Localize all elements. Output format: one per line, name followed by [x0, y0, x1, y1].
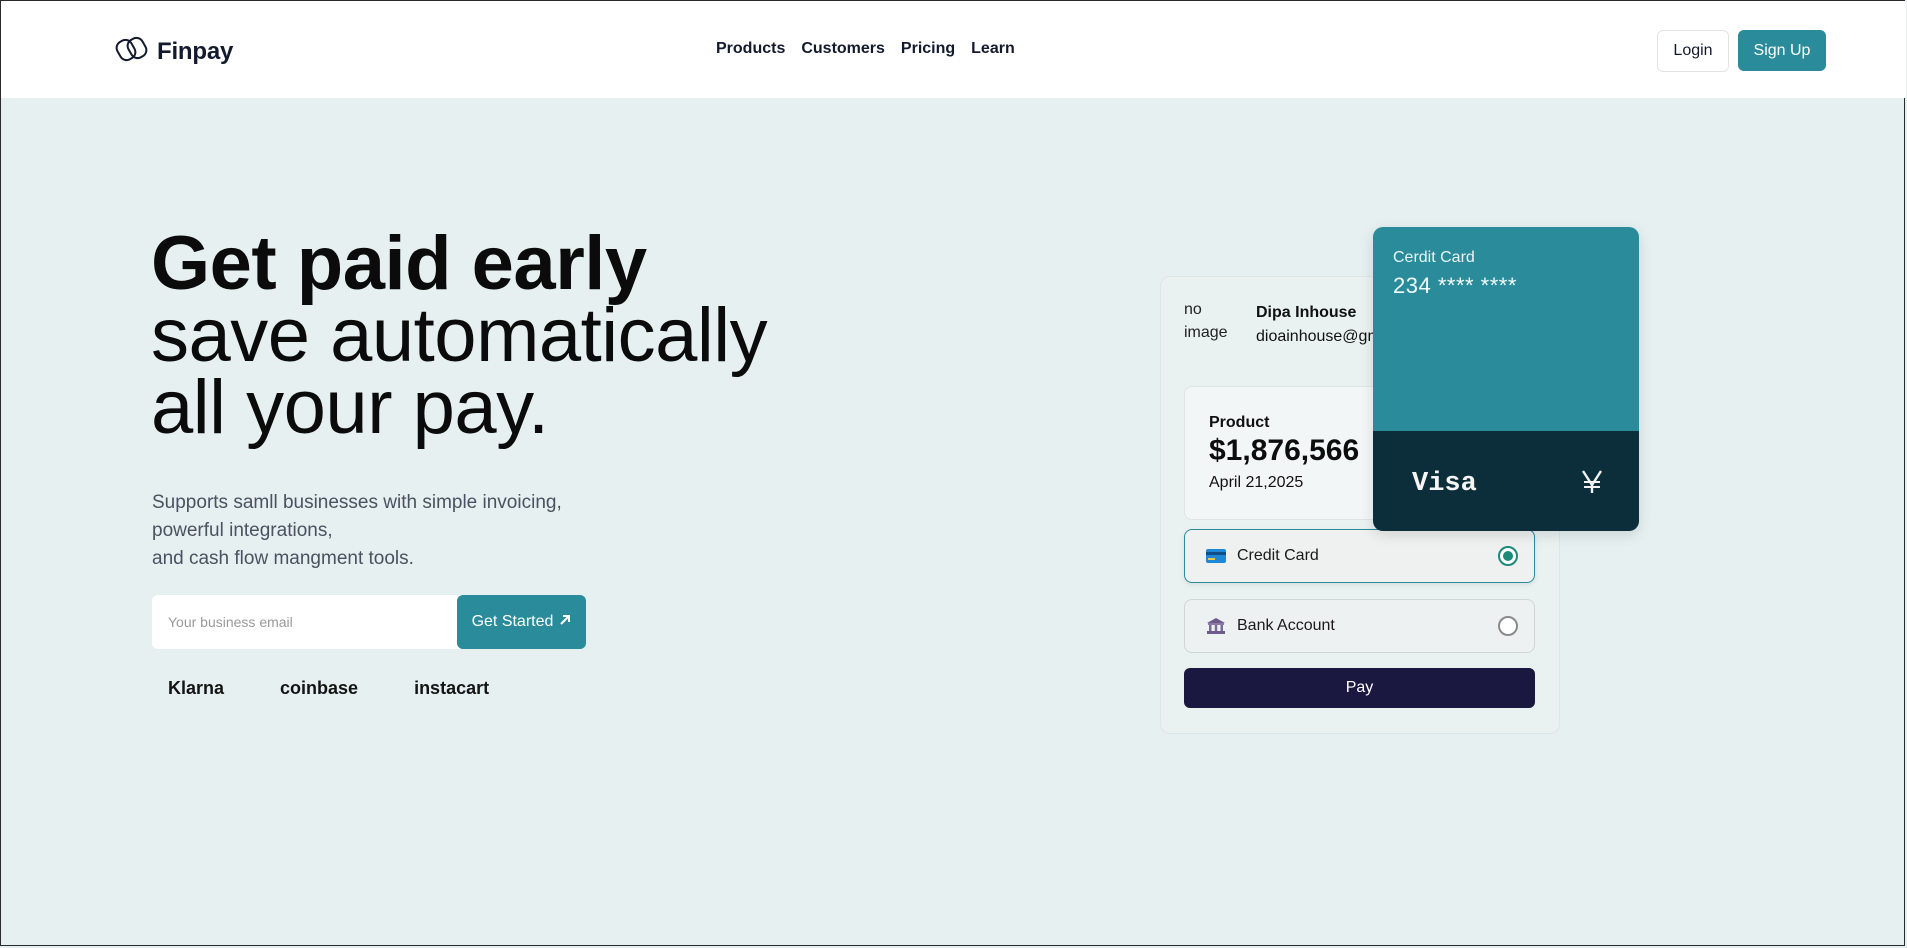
partner-brands: Klarna coinbase instacart	[168, 678, 489, 699]
card-bottom-section: Visa	[1373, 431, 1639, 531]
pay-button[interactable]: Pay	[1184, 668, 1535, 708]
main-nav: Products Customers Pricing Learn	[716, 40, 1015, 58]
arrow-up-right-icon	[559, 613, 571, 631]
top-header: Finpay Products Customers Pricing Learn …	[1, 1, 1906, 98]
headline-line-3: all your pay.	[151, 365, 549, 450]
brand-coinbase: coinbase	[280, 678, 359, 698]
subtext-line: Supports samll businesses with simple in…	[152, 492, 562, 513]
payment-option-bank-account[interactable]: Bank Account	[1184, 599, 1535, 653]
nav-learn[interactable]: Learn	[971, 40, 1015, 58]
business-email-input[interactable]	[152, 595, 456, 649]
email-signup-form: Get Started	[152, 595, 586, 649]
user-name: Dipa Inhouse	[1256, 304, 1357, 321]
bank-account-label: Bank Account	[1237, 617, 1335, 634]
card-type-label: Cerdit Card	[1393, 249, 1475, 266]
nav-pricing[interactable]: Pricing	[901, 40, 955, 58]
login-button[interactable]: Login	[1657, 30, 1729, 72]
bank-icon	[1205, 617, 1227, 635]
headline-line-1: Get paid early	[151, 221, 647, 306]
product-label: Product	[1209, 414, 1270, 431]
product-amount: $1,876,566	[1209, 434, 1360, 467]
credit-card-radio[interactable]	[1498, 546, 1518, 566]
card-top-section: Cerdit Card 234 **** ****	[1373, 227, 1639, 431]
credit-card-label: Credit Card	[1237, 547, 1319, 564]
user-email: dioainhouse@gmail.com	[1256, 328, 1376, 345]
brand-instacart: instacart	[414, 678, 490, 698]
get-started-button[interactable]: Get Started	[457, 595, 586, 649]
subtext-line: powerful integrations,	[152, 520, 333, 541]
nav-products[interactable]: Products	[716, 40, 785, 58]
credit-card-preview: Cerdit Card 234 **** **** Visa	[1373, 227, 1639, 531]
signup-button[interactable]: Sign Up	[1738, 30, 1826, 71]
get-started-label: Get Started	[471, 613, 554, 630]
yen-icon	[1578, 467, 1606, 495]
brand-logo[interactable]: Finpay	[115, 34, 233, 69]
finpay-logo-icon	[115, 34, 149, 69]
payment-option-credit-card[interactable]: Credit Card	[1184, 529, 1535, 583]
hero-headline: Get paid early save automatically all yo…	[151, 221, 768, 450]
credit-card-icon	[1205, 547, 1227, 565]
card-number: 234 **** ****	[1393, 273, 1517, 298]
hero-subtext: Supports samll businesses with simple in…	[152, 489, 562, 573]
brand-klarna: Klarna	[168, 678, 225, 698]
subtext-line: and cash flow mangment tools.	[152, 548, 414, 569]
headline-line-2: save automatically	[151, 293, 768, 378]
card-brand: Visa	[1412, 469, 1477, 499]
brand-name: Finpay	[157, 37, 234, 65]
nav-customers[interactable]: Customers	[801, 40, 885, 58]
user-avatar: no image	[1184, 301, 1228, 341]
bank-account-radio[interactable]	[1498, 616, 1518, 636]
product-date: April 21,2025	[1209, 474, 1304, 491]
